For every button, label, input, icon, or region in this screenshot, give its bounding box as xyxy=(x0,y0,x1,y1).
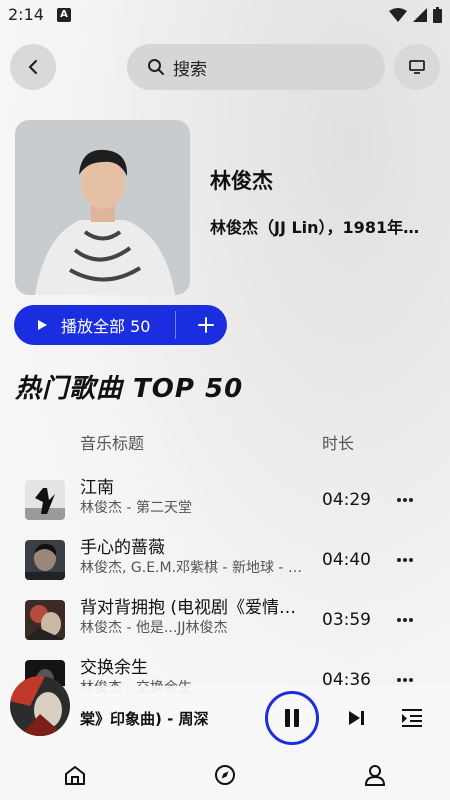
song-title: 手心的蔷薇 xyxy=(80,538,165,558)
pause-button[interactable] xyxy=(265,691,319,745)
search-input[interactable]: 搜索 xyxy=(127,44,385,90)
play-all-button[interactable]: 播放全部 50 xyxy=(14,305,227,345)
back-button[interactable] xyxy=(10,44,56,90)
signal-icon xyxy=(413,8,427,22)
play-icon xyxy=(38,320,47,330)
song-subtitle: 林俊杰, G.E.M.邓紫棋 - 新地球 - 人 (Special Thanks… xyxy=(80,560,305,576)
song-row[interactable]: 江南 林俊杰 - 第二天堂 04:29 xyxy=(0,478,450,540)
section-title: 热门歌曲 TOP 50 xyxy=(15,374,244,404)
song-title: 交换余生 xyxy=(80,658,148,678)
song-title: 背对背拥抱 (电视剧《爱情公寓》插曲) xyxy=(80,598,305,618)
pause-icon xyxy=(285,709,299,727)
song-subtitle: 林俊杰 - 第二天堂 xyxy=(80,500,192,516)
song-row[interactable]: 背对背拥抱 (电视剧《爱情公寓》插曲) 林俊杰 - 他是...JJ林俊杰 03:… xyxy=(0,598,450,660)
now-playing-cover[interactable] xyxy=(10,676,70,736)
song-duration: 04:29 xyxy=(322,490,371,510)
search-label: 搜索 xyxy=(173,59,207,80)
song-subtitle: 林俊杰 - 他是...JJ林俊杰 xyxy=(80,620,228,636)
column-duration: 时长 xyxy=(322,434,355,453)
now-playing-title: 棠》印象曲) - 周深 xyxy=(80,710,209,728)
status-bar: 2:14 A xyxy=(0,0,450,30)
status-time: 2:14 xyxy=(8,5,44,24)
song-title: 江南 xyxy=(80,478,114,498)
battery-icon xyxy=(433,7,442,23)
more-dots-icon[interactable] xyxy=(396,673,414,687)
notification-badge: A xyxy=(57,8,71,22)
compass-icon[interactable] xyxy=(214,764,236,786)
chevron-left-icon xyxy=(28,59,38,75)
mini-player[interactable]: 棠》印象曲) - 周深 xyxy=(0,676,450,750)
more-dots-icon[interactable] xyxy=(396,493,414,507)
plus-icon[interactable] xyxy=(192,311,220,339)
artist-photo xyxy=(15,120,190,295)
home-icon[interactable] xyxy=(64,765,86,785)
song-duration: 03:59 xyxy=(322,610,371,630)
search-icon xyxy=(148,59,164,75)
song-cover xyxy=(25,540,65,580)
song-duration: 04:40 xyxy=(322,550,371,570)
play-all-label: 播放全部 50 xyxy=(61,317,151,336)
user-icon[interactable] xyxy=(364,764,386,786)
song-cover xyxy=(25,600,65,640)
more-dots-icon[interactable] xyxy=(396,613,414,627)
skip-next-icon[interactable] xyxy=(348,710,366,726)
cast-button[interactable] xyxy=(394,44,440,90)
song-row[interactable]: 手心的蔷薇 林俊杰, G.E.M.邓紫棋 - 新地球 - 人 (Special … xyxy=(0,538,450,600)
column-title: 音乐标题 xyxy=(80,434,145,453)
divider xyxy=(175,311,176,339)
artist-description[interactable]: 林俊杰（JJ Lin），1981年3月27日出生于新加坡 xyxy=(210,214,430,238)
monitor-icon xyxy=(409,60,425,74)
status-icons xyxy=(389,7,442,23)
bottom-nav xyxy=(0,750,450,800)
playlist-icon[interactable] xyxy=(400,708,424,728)
more-dots-icon[interactable] xyxy=(396,553,414,567)
artist-name: 林俊杰 xyxy=(210,169,273,193)
wifi-icon xyxy=(389,8,407,22)
song-cover xyxy=(25,480,65,520)
